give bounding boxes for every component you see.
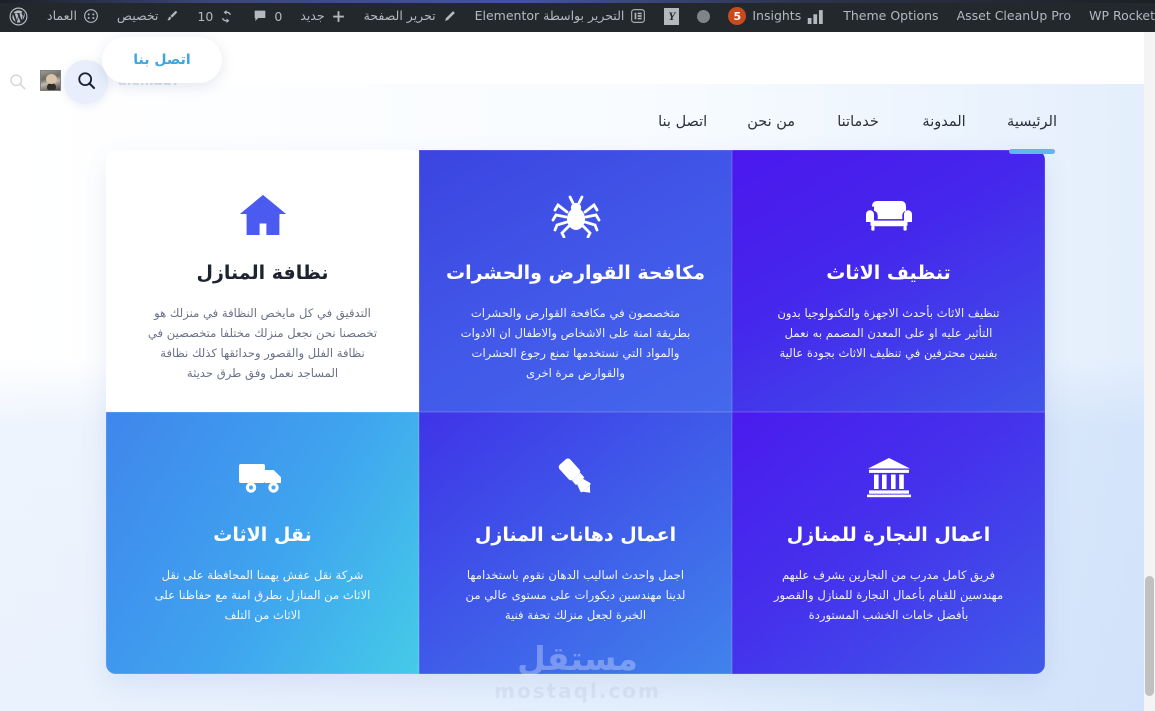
admin-bar-theme-options-label: Theme Options [843, 7, 939, 23]
service-card-description: شركة نقل عفش يهمنا المحافظة على نقل الاث… [154, 567, 371, 622]
admin-bar-updates[interactable]: 10 [188, 0, 243, 32]
nav-indicator-about [748, 149, 794, 154]
yoast-seo-icon: Y [664, 7, 680, 25]
admin-bar-site-name: العماد [47, 7, 77, 23]
service-card-title: مكافحة القوارض والحشرات [446, 262, 705, 284]
service-card-house-painting[interactable]: اعمال دهانات المنازل اجمل واحدث اساليب ا… [419, 412, 732, 674]
admin-bar-new-content[interactable]: جديد [291, 0, 354, 32]
paint-brush-marker-icon [553, 450, 599, 504]
admin-bar-elementor[interactable]: التحرير بواسطة Elementor [466, 0, 656, 32]
service-card-description: اجمل واحدث اساليب الدهان نقوم باستخدامها… [465, 567, 686, 622]
spider-pest-icon [551, 188, 601, 242]
nav-item-services[interactable]: خدماتنا [815, 104, 901, 154]
site-navigation: الرئيسية المدونة خدماتنا من نحن اتصل بنا [0, 104, 1155, 164]
admin-bar-edit-page[interactable]: تحرير الصفحة [355, 0, 466, 32]
admin-bar-new-label: جديد [300, 7, 325, 23]
pencil-icon [442, 9, 457, 24]
admin-bar-yoast[interactable]: Y [655, 0, 688, 32]
nav-item-about[interactable]: من نحن [727, 104, 815, 154]
service-card-home-cleaning[interactable]: نظافة المنازل التدقيق في كل مايخص النظاف… [106, 150, 419, 412]
admin-bar-misc-dot[interactable] [688, 0, 719, 32]
nav-indicator-blog [921, 149, 967, 154]
admin-bar-insights[interactable]: Insights 5 [719, 0, 834, 32]
service-card-title: نقل الاثاث [213, 524, 312, 546]
analytics-bars-icon [807, 9, 825, 24]
classical-building-icon [866, 450, 912, 504]
nav-label-about: من نحن [747, 114, 796, 130]
admin-bar-site-link[interactable]: العماد [38, 0, 108, 32]
admin-bar-customize[interactable]: تخصيص [108, 0, 188, 32]
service-card-pest-control[interactable]: مكافحة القوارض والحشرات متخصصون في مكافح… [419, 150, 732, 412]
admin-bar-wp-rocket-label: WP Rocket [1089, 7, 1155, 23]
service-card-furniture-cleaning[interactable]: تنظيف الاثاث تنظيف الاثاث بأحدث الاجهزة … [732, 150, 1045, 412]
service-card-carpentry[interactable]: اعمال النجارة للمنازل فريق كامل مدرب من … [732, 412, 1045, 674]
admin-bar-insights-badge: 5 [728, 7, 747, 25]
site-header-strip [0, 32, 1155, 84]
page-viewport: alemad7 اتصل بنا الرئيسية المدونة خدماتن… [0, 32, 1155, 711]
nav-label-services: خدماتنا [837, 114, 879, 130]
services-grid: نظافة المنازل التدقيق في كل مايخص النظاف… [106, 150, 1045, 674]
service-card-description: التدقيق في كل مايخص النظافة في منزلك هو … [147, 305, 378, 380]
nav-indicator-services [835, 149, 881, 154]
admin-bar-asset-cleanup[interactable]: Asset CleanUp Pro [948, 0, 1081, 32]
plus-icon [331, 9, 346, 24]
admin-bar-comment-count: 0 [274, 8, 283, 24]
service-card-description: تنظيف الاثاث بأحدث الاجهزة والتكنولوجيا … [777, 305, 1000, 360]
service-card-title: اعمال النجارة للمنازل [786, 524, 991, 546]
nav-label-home: الرئيسية [1007, 114, 1057, 130]
wp-admin-bar: العماد تخصيص 10 0 جديد تحرير الصفحة التح… [0, 0, 1155, 32]
nav-active-indicator [1009, 149, 1056, 154]
admin-bar-insights-label: Insights [752, 7, 802, 23]
paintbrush-icon [164, 9, 179, 24]
admin-bar-comments[interactable]: 0 [243, 0, 291, 32]
nav-indicator-contact [660, 149, 706, 154]
moving-truck-icon [236, 450, 290, 504]
admin-bar-theme-options[interactable]: Theme Options [834, 0, 947, 32]
refresh-update-icon [219, 9, 234, 24]
admin-bar-wordpress-logo[interactable] [0, 0, 38, 32]
nav-item-blog[interactable]: المدونة [901, 104, 987, 154]
nav-label-contact: اتصل بنا [658, 114, 708, 130]
house-home-icon [237, 188, 289, 242]
nav-item-contact[interactable]: اتصل بنا [638, 104, 727, 154]
nav-item-home[interactable]: الرئيسية [987, 104, 1077, 154]
elementor-icon [630, 8, 646, 24]
dashboard-gauge-icon [83, 8, 99, 24]
service-card-description: متخصصون في مكافحة القوارض والحشرات بطريق… [460, 305, 691, 380]
service-card-title: اعمال دهانات المنازل [474, 524, 677, 546]
service-card-title: تنظيف الاثاث [826, 262, 951, 284]
admin-bar-edit-page-label: تحرير الصفحة [363, 7, 436, 23]
gray-circle-icon [697, 9, 711, 23]
service-card-title: نظافة المنازل [196, 262, 329, 284]
admin-bar-asset-cleanup-label: Asset CleanUp Pro [956, 7, 1072, 23]
page-scrollbar-thumb[interactable] [1145, 576, 1154, 696]
comment-bubble-icon [252, 8, 268, 24]
admin-bar-customize-label: تخصيص [116, 7, 159, 23]
nav-label-blog: المدونة [922, 114, 966, 130]
sofa-couch-icon [863, 188, 915, 242]
service-card-description: فريق كامل مدرب من النجارين يشرف عليهم مه… [773, 567, 1004, 622]
admin-bar-elementor-label: التحرير بواسطة Elementor [474, 7, 625, 23]
wordpress-logo-icon [9, 7, 28, 26]
admin-bar-update-count: 10 [197, 8, 214, 24]
admin-bar-wp-rocket[interactable]: WP Rocket [1080, 0, 1155, 32]
service-card-furniture-moving[interactable]: نقل الاثاث شركة نقل عفش يهمنا المحافظة ع… [106, 412, 419, 674]
